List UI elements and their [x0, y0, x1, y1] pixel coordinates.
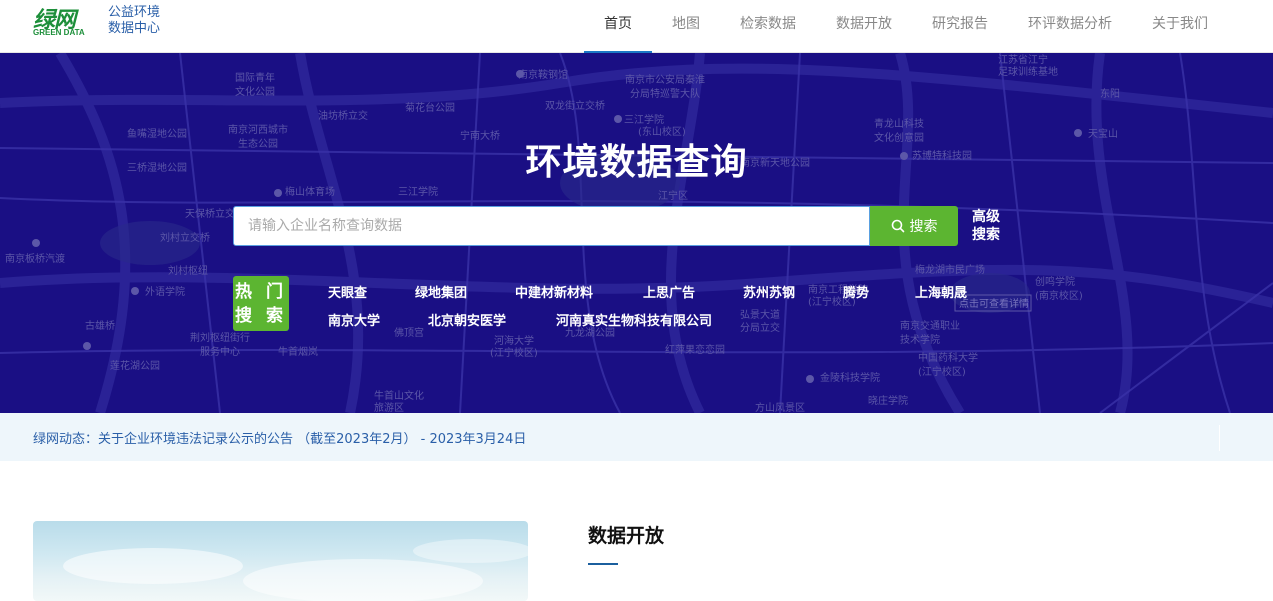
map-label: 南京鞍钢馆: [518, 68, 568, 81]
section-title: 数据开放: [588, 525, 665, 547]
company-search-input[interactable]: [233, 206, 870, 246]
map-label: 河海大学: [494, 334, 534, 347]
search-icon: [891, 219, 904, 233]
brand-subtitle: 公益环境 数据中心: [108, 5, 160, 37]
map-label: 刘村立交桥: [160, 231, 210, 244]
nav-research-reports[interactable]: 研究报告: [912, 0, 1008, 53]
hot-search-label-line2: 搜 索: [235, 306, 287, 326]
map-label: 牛首烟岚: [278, 345, 318, 358]
sky-image: [63, 539, 528, 601]
map-label: 古雄桥: [85, 319, 115, 332]
hot-search-item[interactable]: 腾势: [843, 282, 869, 301]
section-title-underline: [588, 563, 618, 565]
map-label: 青龙山科技: [874, 117, 924, 130]
map-label: (南京校区): [1035, 289, 1083, 302]
map-label: 荆刘枢纽街行: [190, 331, 250, 344]
top-header: 绿网 GREEN DATA 公益环境 数据中心 首页 地图 检索数据 数据开放 …: [0, 0, 1273, 53]
map-label: 南京市公安局秦淮: [625, 73, 705, 86]
divider: [1219, 425, 1220, 451]
map-label: 菊花台公园: [405, 101, 455, 114]
nav-map[interactable]: 地图: [652, 0, 720, 53]
map-label: 梅山体育场: [285, 185, 335, 198]
map-label: 东阳: [1100, 87, 1120, 100]
map-label: 刘村枢纽: [168, 264, 208, 277]
map-label: 三江学院: [624, 113, 664, 126]
map-label: 南京交通职业: [900, 319, 960, 332]
map-label: 江苏省江宁: [998, 53, 1048, 66]
hot-search-item[interactable]: 苏州苏钢: [743, 282, 795, 301]
map-label: 南京板桥汽渡: [5, 252, 65, 265]
nav-search-data[interactable]: 检索数据: [720, 0, 816, 53]
map-tooltip-label: 点击可查看详情: [959, 297, 1029, 310]
map-label: 创鸣学院: [1035, 275, 1075, 288]
map-label: 中国药科大学: [918, 351, 978, 364]
map-label: 佛顶宫: [394, 326, 424, 339]
news-ticker: 绿网动态：关于企业环境违法记录公示的公告 （截至2023年2月） - 2023年…: [0, 413, 1273, 461]
map-label: 牛首山文化: [374, 389, 424, 402]
advanced-search-line2: 搜索: [972, 227, 1000, 243]
hot-search-item[interactable]: 天眼查: [328, 282, 367, 301]
advanced-search-link[interactable]: 高级 搜索: [972, 208, 1002, 244]
search-bar: 搜索: [233, 206, 958, 246]
map-label: 国际青年: [235, 71, 275, 84]
map-label: 晓庄学院: [868, 394, 908, 407]
map-label: 外语学院: [145, 285, 185, 298]
map-label: 三江学院: [398, 185, 438, 198]
map-label: 梅龙湖市民广场: [915, 263, 985, 276]
hot-search-item[interactable]: 北京朝安医学: [428, 310, 506, 329]
hot-search-item[interactable]: 中建材新材料: [515, 282, 593, 301]
hot-search-item[interactable]: 河南真实生物科技有限公司: [556, 310, 712, 329]
map-label: 服务中心: [200, 345, 240, 358]
advanced-search-line1: 高级: [972, 209, 1000, 225]
map-label: 旅游区: [374, 401, 404, 413]
map-label: 分局立交: [740, 321, 780, 334]
map-label: 红萍果恋恋园: [665, 343, 725, 356]
hot-search-label: 热 门 搜 索: [233, 276, 289, 331]
map-label: 文化公园: [235, 85, 275, 98]
map-label: 技术学院: [900, 333, 940, 346]
nav-open-data[interactable]: 数据开放: [816, 0, 912, 53]
map-label: 双龙街立交桥: [545, 99, 605, 112]
hot-search-label-line1: 热 门: [235, 282, 287, 302]
search-button[interactable]: 搜索: [870, 206, 958, 246]
map-label: 天保桥立交: [185, 207, 235, 220]
hot-search-item[interactable]: 南京大学: [328, 310, 380, 329]
feature-image[interactable]: [33, 521, 528, 601]
nav-about-us[interactable]: 关于我们: [1132, 0, 1228, 53]
map-label: 足球训练基地: [998, 65, 1058, 78]
brand-subtitle-line2: 数据中心: [108, 21, 161, 36]
search-button-label: 搜索: [909, 219, 938, 235]
map-label: 方山风景区: [755, 401, 805, 413]
hero-title: 环境数据查询: [525, 142, 748, 183]
map-label: 金陵科技学院: [820, 371, 880, 384]
map-label: (江宁校区): [918, 365, 966, 378]
logo-english: GREEN DATA: [33, 28, 85, 37]
hot-search-item[interactable]: 上海朝晟: [915, 282, 967, 301]
brand-subtitle-line1: 公益环境: [108, 5, 161, 20]
nav-home[interactable]: 首页: [584, 0, 652, 53]
news-link[interactable]: 绿网动态：关于企业环境违法记录公示的公告 （截至2023年2月） - 2023年…: [33, 428, 526, 447]
map-label: 江宁区: [658, 189, 688, 202]
hero-banner: 国际青年 文化公园 南京河西城市 生态公园 鱼嘴湿地公园 三桥湿地公园 天保桥立…: [0, 53, 1273, 413]
nav-eia-analysis[interactable]: 环评数据分析: [1008, 0, 1132, 53]
map-label: 油坊桥立交: [318, 109, 368, 122]
map-label: 分局特巡警大队: [630, 87, 700, 100]
map-label: 莲花湖公园: [110, 359, 160, 372]
hot-search-item[interactable]: 上思广告: [643, 282, 695, 301]
map-label: (江宁校区): [490, 346, 538, 359]
hot-search-item[interactable]: 绿地集团: [415, 282, 467, 301]
map-label: 弘景大道: [740, 308, 780, 321]
main-nav: 首页 地图 检索数据 数据开放 研究报告 环评数据分析 关于我们: [584, 0, 1228, 53]
